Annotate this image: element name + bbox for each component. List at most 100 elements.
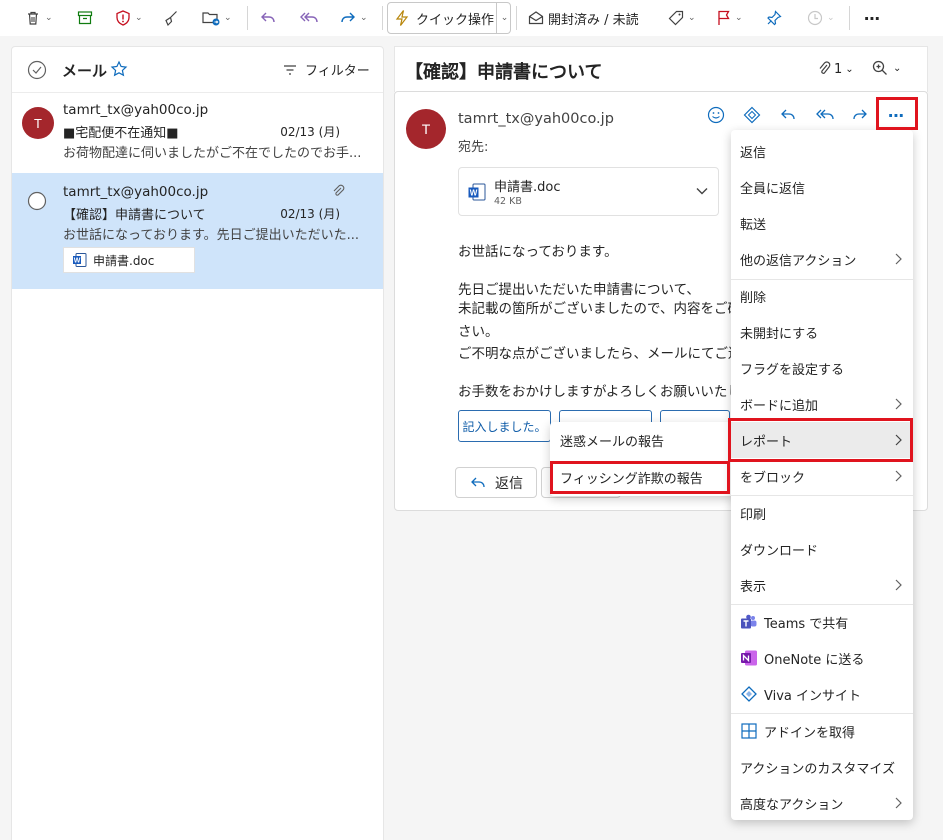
chevron-down-icon[interactable] [695, 184, 709, 198]
addins-grid-icon [740, 722, 758, 740]
more-commands-button[interactable]: ⋯ [864, 4, 881, 32]
menu-item-forward[interactable]: 転送 [731, 205, 913, 241]
read-unread-button[interactable]: 開封済み / 未読 [527, 4, 639, 32]
more-actions-button[interactable]: ⋯ [884, 104, 908, 126]
reply-button[interactable] [259, 4, 277, 32]
archive-button[interactable] [76, 4, 94, 32]
menu-item-label: 全員に返信 [740, 181, 806, 197]
viva-insights-icon[interactable] [742, 105, 762, 125]
chevron-down-icon: ⌄ [360, 13, 368, 23]
snooze-button[interactable]: ⌄ [806, 4, 835, 32]
menu-item-reply-all[interactable]: 全員に返信 [731, 169, 913, 205]
zoom-button[interactable]: ⌄ [871, 59, 901, 77]
more-actions-menu: 返信 全員に返信 転送 他の返信アクション 削除 未開封にする フラグを設定する… [731, 130, 913, 820]
attachment-card[interactable]: W 申請書.doc 42 KB [458, 167, 719, 216]
sweep-button[interactable] [162, 4, 180, 32]
chevron-down-icon: ⌄ [735, 13, 743, 23]
menu-item-label: 迷惑メールの報告 [560, 434, 665, 450]
menu-item-add-to-board[interactable]: ボードに追加 [731, 386, 913, 422]
quick-steps-dropdown[interactable]: ⌄ [496, 3, 512, 33]
message-list-header: メール フィルター [12, 47, 383, 93]
menu-item-other-reply-actions[interactable]: 他の返信アクション [731, 241, 913, 277]
mail-preview: お荷物配達に伺いましたがご不在でしたのでお手... [63, 146, 362, 161]
suggested-reply-button[interactable]: 記入しました。 [458, 410, 551, 442]
trash-icon [24, 9, 42, 27]
menu-item-viva-insights[interactable]: Viva インサイト [731, 676, 913, 712]
select-checkbox[interactable] [27, 191, 47, 211]
menu-item-share-teams[interactable]: Teams で共有 [731, 604, 913, 640]
reply-icon[interactable] [778, 105, 798, 125]
tag-icon [667, 9, 685, 27]
menu-item-block[interactable]: をブロック [731, 458, 913, 494]
avatar: T [22, 107, 54, 139]
menu-item-flag[interactable]: フラグを設定する [731, 350, 913, 386]
toolbar-divider [516, 6, 517, 30]
menu-item-label: 表示 [740, 579, 767, 595]
menu-item-reply[interactable]: 返信 [731, 133, 913, 169]
menu-item-view[interactable]: 表示 [731, 567, 913, 603]
menu-item-label: アドインを取得 [764, 725, 856, 741]
chevron-down-icon: ⌄ [45, 13, 53, 23]
message-list-pane: メール フィルター T tamrt_tx@yah00co.jp ■宅配便不在通知… [11, 46, 384, 840]
mail-preview: お世話になっております。先日ご提出いただいた... [63, 228, 360, 243]
menu-item-print[interactable]: 印刷 [731, 495, 913, 531]
reply-all-icon[interactable] [814, 105, 836, 125]
emoji-reaction-icon[interactable] [706, 105, 726, 125]
sender-address[interactable]: tamrt_tx@yah00co.jp [458, 111, 614, 127]
menu-item-download[interactable]: ダウンロード [731, 531, 913, 567]
chevron-down-icon: ⌄ [893, 62, 902, 74]
menu-item-report-junk[interactable]: 迷惑メールの報告 [550, 422, 736, 458]
reply-icon [259, 9, 277, 27]
menu-item-get-addins[interactable]: アドインを取得 [731, 713, 913, 749]
move-to-button[interactable]: ⌄ [201, 4, 232, 32]
suggested-reply-label: 記入しました。 [462, 419, 547, 434]
select-all-checkbox[interactable] [27, 60, 47, 80]
delete-button[interactable]: ⌄ [24, 4, 53, 32]
reply-icon [469, 475, 487, 491]
menu-item-label: フラグを設定する [740, 362, 845, 378]
mail-item-selected[interactable]: tamrt_tx@yah00co.jp 【確認】申請書について 02/13 (月… [12, 173, 383, 289]
toolbar-divider [382, 6, 383, 30]
filter-button[interactable]: フィルター [282, 60, 370, 79]
mail-item[interactable]: T tamrt_tx@yah00co.jp ■宅配便不在通知■ 02/13 (月… [12, 94, 383, 172]
menu-item-label: アクションのカスタマイズ [740, 761, 895, 777]
quick-steps-button[interactable]: クイック操作 ⌄ [387, 2, 511, 34]
menu-item-customize-actions[interactable]: アクションのカスタマイズ [731, 749, 913, 785]
menu-item-advanced-actions[interactable]: 高度なアクション [731, 785, 913, 821]
menu-item-label: フィッシング詐欺の報告 [560, 471, 703, 487]
reply-button[interactable]: 返信 [455, 467, 537, 498]
forward-button[interactable]: ⌄ [339, 4, 368, 32]
menu-item-delete[interactable]: 削除 [731, 278, 913, 314]
menu-item-label: OneNote に送る [764, 652, 865, 668]
attachment-chip[interactable]: W 申請書.doc [63, 247, 195, 273]
word-icon: W [72, 252, 88, 268]
menu-item-report-phishing[interactable]: フィッシング詐欺の報告 [550, 459, 736, 495]
quick-steps-label: クイック操作 [416, 12, 495, 28]
chevron-right-icon [893, 469, 903, 483]
chevron-down-icon: ⌄ [224, 13, 232, 23]
pin-button[interactable] [765, 4, 783, 32]
forward-icon[interactable] [850, 105, 870, 125]
menu-item-send-onenote[interactable]: OneNote に送る [731, 640, 913, 676]
menu-item-mark-unread[interactable]: 未開封にする [731, 314, 913, 350]
attachment-size: 42 KB [494, 196, 522, 207]
menu-item-report[interactable]: レポート [731, 422, 913, 458]
message-subject: 【確認】申請書について [405, 62, 603, 83]
filter-label: フィルター [305, 64, 370, 79]
body-line: さい。 [458, 324, 499, 340]
flag-button[interactable]: ⌄ [716, 4, 743, 32]
reply-all-button[interactable] [299, 4, 319, 32]
favorite-star-icon[interactable] [110, 60, 128, 78]
folder-move-icon [201, 9, 221, 27]
attachment-count-button[interactable]: 1 ⌄ [817, 60, 854, 78]
report-button[interactable]: ⌄ [114, 4, 143, 32]
command-toolbar: ⌄ ⌄ ⌄ ⌄ クイック操作 ⌄ 開封済み / 未読 ⌄ ⌄ ⌄ ⋯ [0, 0, 943, 36]
body-line: 先日ご提出いただいた申請書について、 [458, 282, 700, 298]
reply-all-icon [299, 9, 319, 27]
to-label: 宛先: [458, 140, 489, 155]
folder-title: メール [62, 62, 108, 80]
flag-icon [716, 9, 732, 27]
chevron-down-icon: ⌄ [827, 13, 835, 23]
categorize-button[interactable]: ⌄ [667, 4, 696, 32]
chevron-right-icon [893, 397, 903, 411]
